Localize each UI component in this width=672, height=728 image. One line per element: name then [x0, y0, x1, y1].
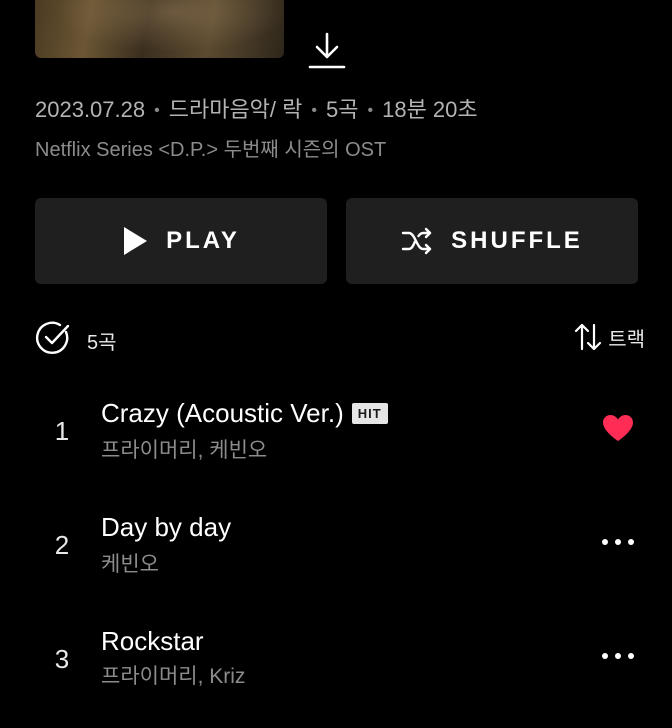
- download-button[interactable]: [308, 30, 346, 70]
- hit-badge: HIT: [351, 403, 388, 424]
- play-button[interactable]: PLAY: [35, 198, 327, 284]
- total-duration: 18분 20초: [382, 97, 478, 122]
- download-icon: [308, 32, 346, 69]
- track-title-text: Crazy (Acoustic Ver.): [101, 398, 344, 428]
- play-icon: [124, 227, 148, 255]
- genre: 드라마음악/ 락: [168, 97, 303, 122]
- track-number: 2: [54, 530, 70, 560]
- album-description: Netflix Series <D.P.> 두번째 시즌의 OST: [35, 139, 387, 161]
- track-row[interactable]: 1 Crazy (Acoustic Ver.) HIT 프라이머리, 케빈오: [0, 390, 672, 500]
- shuffle-button-label: SHUFFLE: [451, 227, 583, 254]
- separator-dot: •: [154, 102, 160, 119]
- track-title: Crazy (Acoustic Ver.) HIT: [101, 398, 388, 429]
- play-button-label: PLAY: [166, 227, 240, 254]
- check-circle-icon[interactable]: [35, 320, 71, 356]
- track-artist: 프라이머리, 케빈오: [101, 439, 268, 462]
- heart-icon[interactable]: [602, 414, 634, 442]
- more-icon-dot: [615, 539, 621, 545]
- more-icon-dot: [615, 653, 621, 659]
- more-options-button[interactable]: [602, 537, 634, 547]
- track-count: 5곡: [326, 97, 359, 122]
- track-artist: 프라이머리, Kriz: [101, 665, 246, 688]
- album-cover[interactable]: [35, 0, 284, 58]
- sort-label: 트랙: [608, 328, 645, 351]
- track-artist: 케빈오: [101, 553, 159, 576]
- track-number: 3: [54, 644, 70, 674]
- more-icon-dot: [602, 539, 608, 545]
- release-date: 2023.07.28: [35, 97, 146, 122]
- sort-button[interactable]: 트랙: [574, 322, 645, 352]
- shuffle-icon: [401, 227, 432, 255]
- more-icon-dot: [628, 653, 634, 659]
- track-row[interactable]: 2 Day by day 케빈오: [0, 504, 672, 614]
- track-row[interactable]: 3 Rockstar 프라이머리, Kriz: [0, 618, 672, 728]
- separator-dot: •: [311, 102, 317, 119]
- song-count-label: 5곡: [87, 332, 117, 354]
- more-icon-dot: [628, 539, 634, 545]
- album-meta: 2023.07.28 • 드라마음악/ 락 • 5곡 • 18분 20초: [35, 92, 478, 124]
- track-title: Day by day: [101, 512, 232, 542]
- sort-icon: [575, 323, 602, 351]
- track-title: Rockstar: [101, 626, 204, 656]
- shuffle-button[interactable]: SHUFFLE: [346, 198, 638, 284]
- tracklist-header: 5곡 트랙: [35, 320, 645, 356]
- more-icon-dot: [602, 653, 608, 659]
- separator-dot: •: [367, 102, 374, 119]
- track-number: 1: [54, 416, 70, 446]
- more-options-button[interactable]: [602, 651, 634, 661]
